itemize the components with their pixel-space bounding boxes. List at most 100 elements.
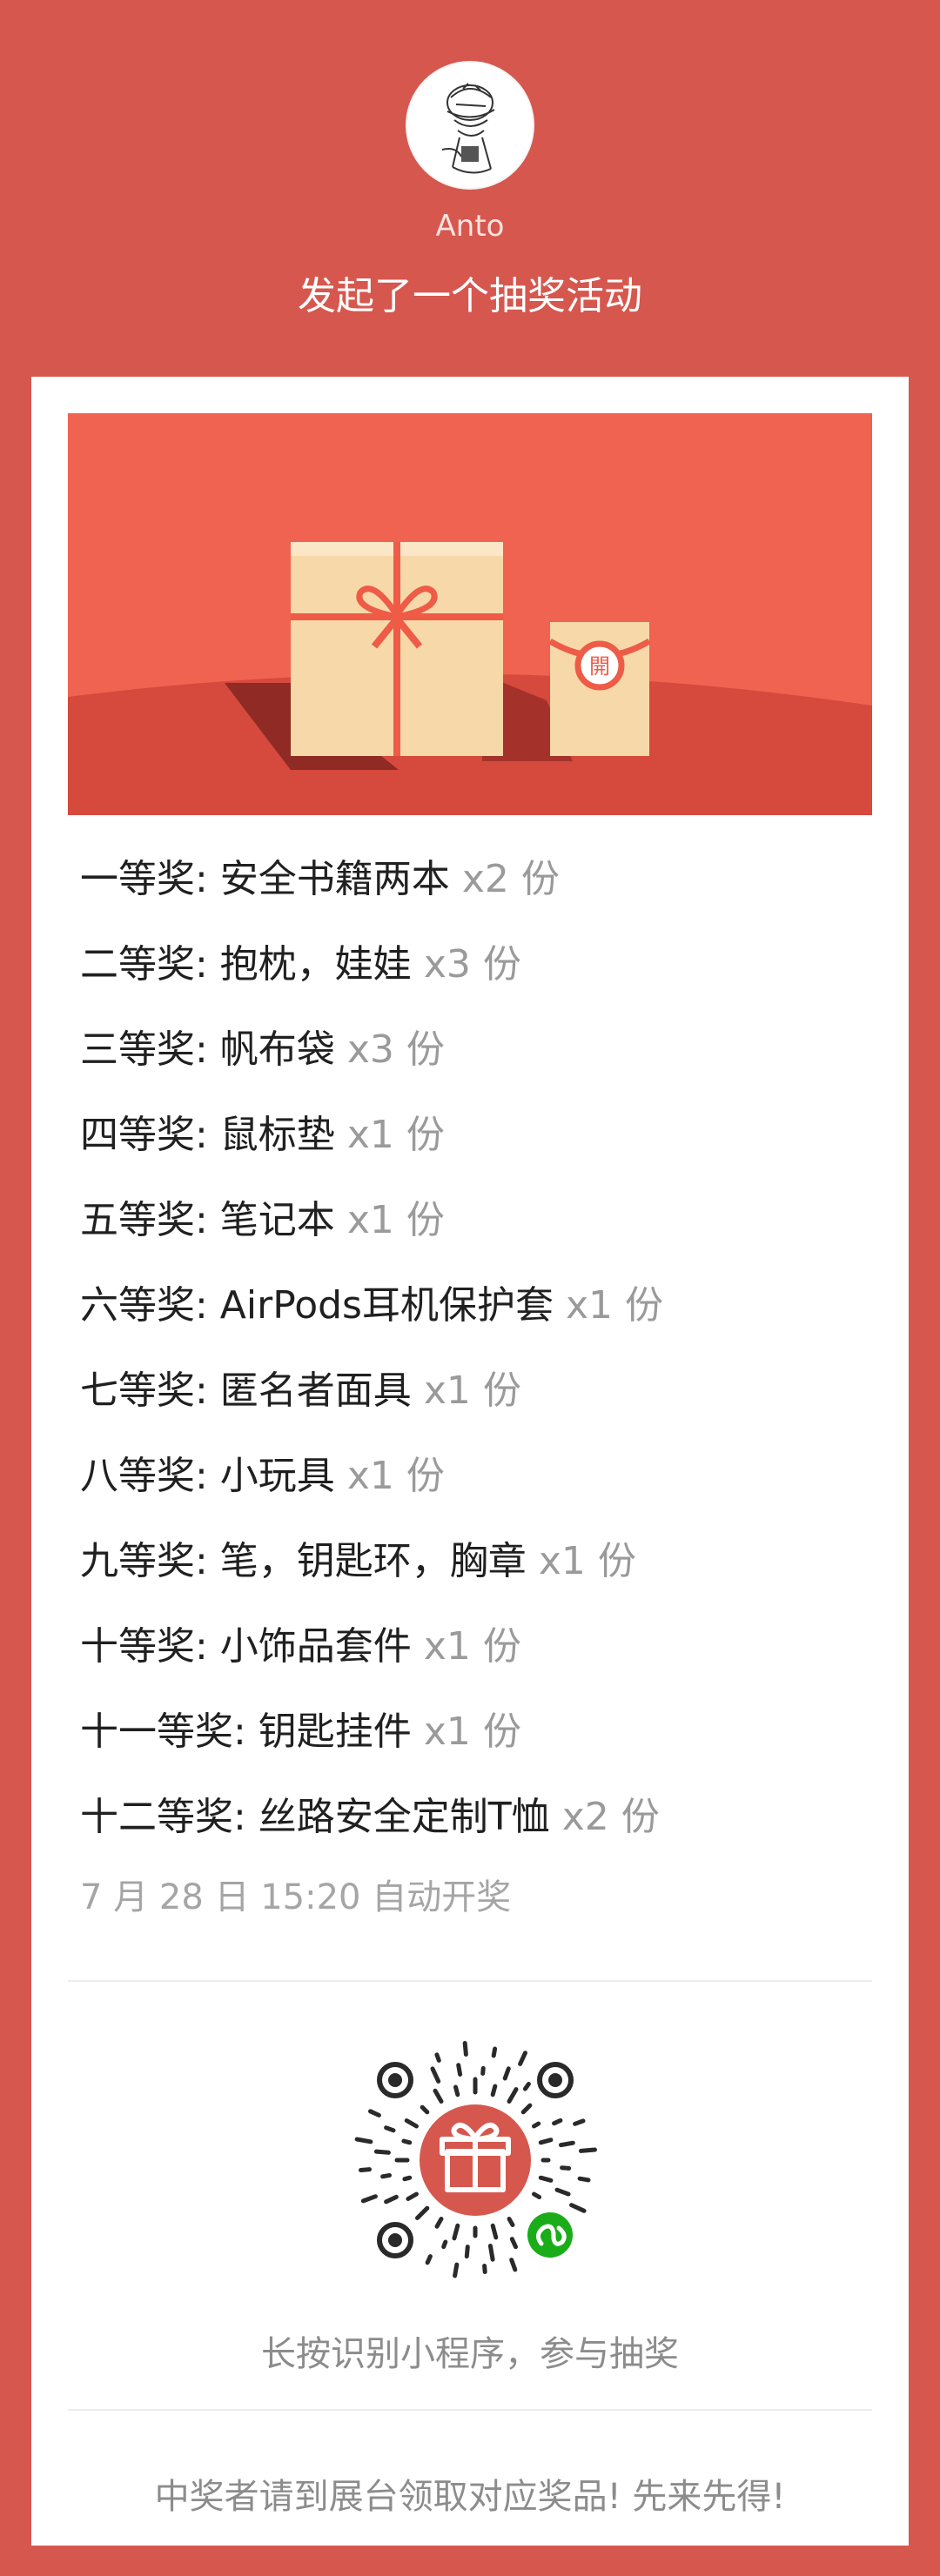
prize-item: 六等奖: AirPods耳机保护套 x1 份 bbox=[80, 1280, 863, 1365]
qr-dash bbox=[502, 2066, 511, 2081]
footer-note: 中奖者请到展台领取对应奖品! 先来先得! bbox=[154, 2477, 786, 2517]
prize-label: 三等奖: 帆布袋 bbox=[80, 1027, 335, 1072]
lottery-card: 開 一等奖: 安全书籍两本 x2 份 二等奖: 抱枕，娃娃 x3 份 三等奖: … bbox=[31, 377, 909, 2546]
prize-quantity: x3 份 bbox=[346, 1027, 445, 1072]
prize-item: 三等奖: 帆布袋 x3 份 bbox=[80, 1024, 863, 1109]
qr-dash bbox=[509, 2258, 518, 2272]
qr-dash bbox=[573, 2118, 586, 2126]
prize-item: 十二等奖: 丝路安全定制T恤 x2 份 bbox=[80, 1791, 863, 1877]
avatar-sketch-image bbox=[407, 63, 533, 188]
qr-dash bbox=[434, 2052, 441, 2063]
qr-dash bbox=[425, 2254, 433, 2265]
prize-label: 十等奖: 小饰品套件 bbox=[80, 1624, 412, 1669]
qr-dash bbox=[452, 2223, 460, 2241]
qr-dash bbox=[433, 2088, 444, 2104]
prize-item: 五等奖: 笔记本 x1 份 bbox=[80, 1194, 863, 1280]
qr-dash bbox=[354, 2137, 373, 2144]
prize-item: 十等奖: 小饰品套件 x1 份 bbox=[80, 1621, 863, 1706]
qr-dash bbox=[441, 2239, 448, 2250]
prize-quantity: x1 份 bbox=[346, 1454, 445, 1498]
qr-dash bbox=[453, 2262, 460, 2278]
prize-item: 七等奖: 匿名者面具 x1 份 bbox=[80, 1365, 863, 1450]
qr-dash bbox=[453, 2084, 460, 2098]
prize-label: 二等奖: 抱枕，娃娃 bbox=[80, 942, 412, 987]
qr-dash bbox=[368, 2109, 381, 2118]
qr-dash bbox=[538, 2175, 554, 2183]
prize-label: 七等奖: 匿名者面具 bbox=[80, 1368, 412, 1413]
qr-dash bbox=[380, 2172, 392, 2179]
qr-dash bbox=[430, 2066, 441, 2084]
mini-program-qr-code[interactable] bbox=[345, 2030, 606, 2291]
banner-image: 開 bbox=[68, 413, 872, 815]
qr-dash bbox=[560, 2165, 572, 2171]
qr-dash bbox=[522, 2081, 531, 2091]
prize-quantity: x2 份 bbox=[561, 1795, 660, 1839]
divider bbox=[68, 1980, 872, 1982]
prize-quantity: x2 份 bbox=[461, 857, 560, 901]
qr-dash bbox=[552, 2118, 563, 2126]
qr-dash bbox=[538, 2138, 554, 2145]
qr-dash bbox=[415, 2205, 430, 2220]
qr-dash bbox=[434, 2217, 444, 2229]
qr-dash bbox=[577, 2176, 591, 2183]
prize-quantity: x1 份 bbox=[423, 1710, 521, 1754]
draw-time: 7 月 28 日 15:20 自动开奖 bbox=[80, 1877, 512, 1917]
divider bbox=[68, 2409, 872, 2411]
qr-dash bbox=[480, 2065, 486, 2076]
qr-code-graphic bbox=[354, 2041, 597, 2278]
qr-dash bbox=[518, 2051, 527, 2066]
prize-quantity: x1 份 bbox=[423, 1368, 521, 1413]
qr-dash bbox=[402, 2175, 413, 2182]
prize-quantity: x1 份 bbox=[346, 1198, 445, 1242]
username: Anto bbox=[435, 209, 505, 244]
qr-dash bbox=[532, 2191, 542, 2199]
qr-dash bbox=[569, 2203, 587, 2213]
qr-caption: 长按识别小程序，参与抽奖 bbox=[261, 2334, 679, 2374]
qr-dash bbox=[420, 2104, 430, 2115]
qr-dash bbox=[520, 2103, 533, 2115]
qr-dash bbox=[360, 2194, 378, 2204]
mini-program-icon bbox=[524, 2209, 576, 2261]
page-title: 发起了一个抽奖活动 bbox=[298, 274, 642, 318]
avatar[interactable] bbox=[406, 61, 534, 190]
qr-dash bbox=[509, 2237, 518, 2250]
qr-dash bbox=[404, 2118, 419, 2129]
qr-dash bbox=[373, 2149, 391, 2155]
prize-quantity: x1 份 bbox=[538, 1539, 636, 1583]
small-gift-envelope: 開 bbox=[548, 622, 651, 756]
qr-dash bbox=[384, 2194, 399, 2205]
qr-dash bbox=[482, 2264, 487, 2274]
prize-item: 十一等奖: 钥匙挂件 x1 份 bbox=[80, 1706, 863, 1791]
prize-label: 十一等奖: 钥匙挂件 bbox=[80, 1710, 412, 1754]
qr-dash bbox=[490, 2223, 499, 2240]
qr-dash bbox=[507, 2217, 515, 2227]
prize-quantity: x3 份 bbox=[423, 942, 521, 987]
prize-item: 二等奖: 抱枕，娃娃 x3 份 bbox=[80, 939, 863, 1024]
qr-dash bbox=[559, 2140, 575, 2148]
prize-item: 九等奖: 笔，钥匙环，胸章 x1 份 bbox=[80, 1536, 863, 1621]
qr-dash bbox=[406, 2191, 419, 2201]
prize-quantity: x1 份 bbox=[346, 1113, 445, 1157]
prize-label: 六等奖: AirPods耳机保护套 bbox=[80, 1283, 554, 1328]
prize-list: 一等奖: 安全书籍两本 x2 份 二等奖: 抱枕，娃娃 x3 份 三等奖: 帆布… bbox=[80, 853, 863, 1877]
prize-item: 一等奖: 安全书籍两本 x2 份 bbox=[80, 853, 863, 939]
prize-quantity: x1 份 bbox=[423, 1624, 521, 1669]
qr-dash bbox=[462, 2041, 468, 2057]
prize-label: 八等奖: 小玩具 bbox=[80, 1454, 335, 1498]
qr-dash bbox=[487, 2244, 495, 2262]
prize-item: 四等奖: 鼠标垫 x1 份 bbox=[80, 1109, 863, 1194]
qr-dash bbox=[384, 2125, 396, 2133]
prize-label: 十二等奖: 丝路安全定制T恤 bbox=[80, 1795, 550, 1839]
gift-boxes-illustration: 開 bbox=[68, 413, 872, 815]
open-badge-text: 開 bbox=[589, 654, 610, 679]
qr-dash bbox=[532, 2121, 541, 2129]
prize-label: 五等奖: 笔记本 bbox=[80, 1198, 335, 1242]
qr-dash bbox=[507, 2087, 519, 2104]
qr-dash bbox=[554, 2187, 571, 2197]
prize-label: 四等奖: 鼠标垫 bbox=[80, 1113, 335, 1157]
prize-quantity: x1 份 bbox=[565, 1283, 663, 1328]
qr-dash bbox=[490, 2084, 498, 2098]
qr-dash bbox=[456, 2063, 463, 2077]
qr-dash bbox=[359, 2167, 372, 2172]
prize-label: 九等奖: 笔，钥匙环，胸章 bbox=[80, 1539, 527, 1583]
